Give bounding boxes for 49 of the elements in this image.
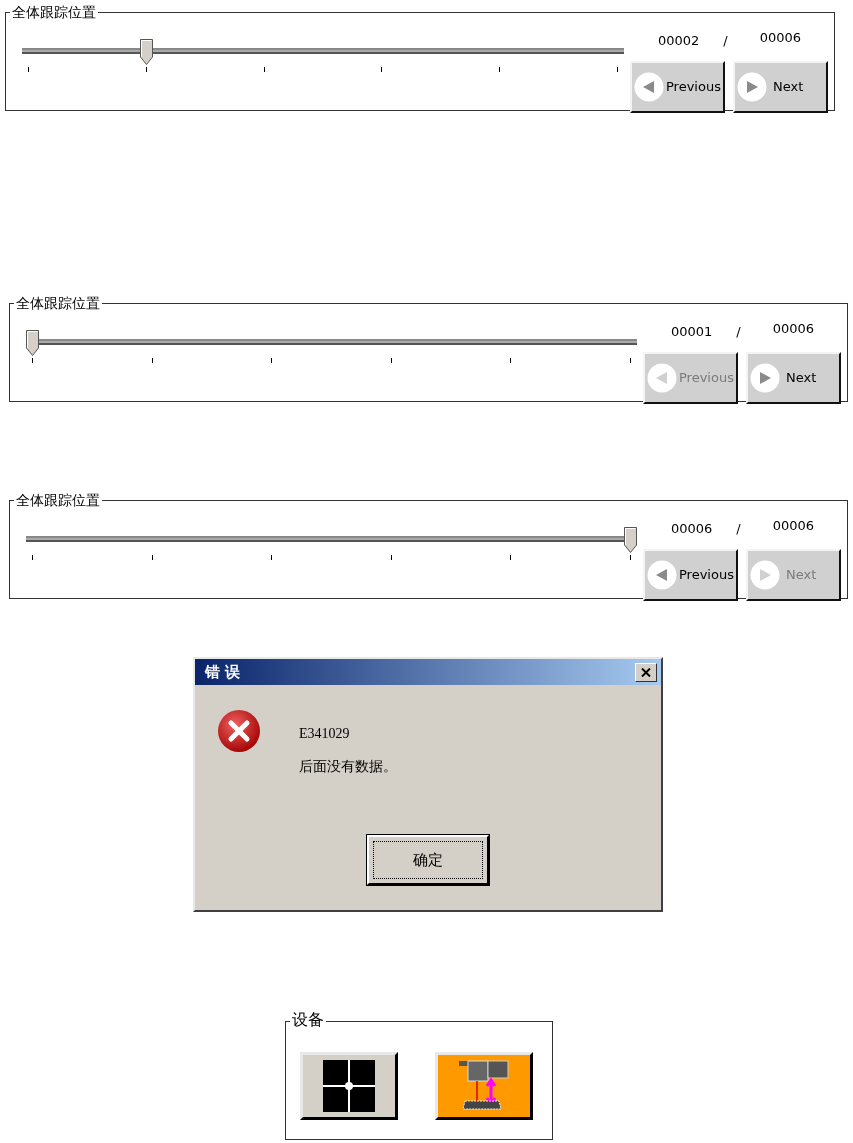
tick-mark <box>381 67 383 72</box>
separator: / <box>723 32 728 51</box>
tick-mark <box>271 555 273 560</box>
separator: / <box>736 520 741 539</box>
tick-mark <box>510 555 512 560</box>
slider-thumb[interactable] <box>624 527 637 553</box>
total-count: 00006 <box>772 320 815 339</box>
group-title: 全体跟踪位置 <box>14 490 102 510</box>
tick-mark <box>151 358 153 363</box>
grid-icon <box>323 1060 375 1112</box>
close-icon <box>641 667 651 677</box>
tick-mark <box>629 358 631 363</box>
error-message: 后面没有数据。 <box>299 757 397 776</box>
tick-mark <box>263 67 265 72</box>
tick-mark <box>271 358 273 363</box>
next-button[interactable]: Next <box>733 61 828 113</box>
tick-mark <box>390 555 392 560</box>
slider-thumb[interactable] <box>139 39 153 65</box>
tick-mark <box>499 67 501 72</box>
slider-thumb[interactable] <box>26 330 39 356</box>
group-title: 设备 <box>290 1010 326 1030</box>
tick-mark <box>151 555 153 560</box>
tick-mark <box>32 358 33 363</box>
group-title: 全体跟踪位置 <box>14 293 102 313</box>
error-icon <box>217 709 261 753</box>
tick-mark <box>32 555 33 560</box>
probe-button[interactable] <box>435 1052 533 1120</box>
previous-button[interactable]: Previous <box>643 549 738 601</box>
tick-mark <box>617 67 618 72</box>
current-count: 00001 <box>671 323 713 342</box>
tick-mark <box>28 67 29 72</box>
group-title: 全体跟踪位置 <box>10 2 98 22</box>
layout-button[interactable] <box>300 1052 398 1120</box>
current-count: 00006 <box>671 520 713 539</box>
error-code: E341029 <box>299 725 351 743</box>
current-count: 00002 <box>658 32 700 51</box>
measuring-device-icon <box>459 1059 509 1113</box>
tick-mark <box>629 555 631 560</box>
total-count: 00006 <box>772 517 815 536</box>
close-button[interactable] <box>635 662 657 682</box>
window-title: 错 误 <box>205 661 241 683</box>
tick-mark <box>390 358 392 363</box>
ok-button[interactable]: 确定 <box>367 835 489 885</box>
next-button[interactable]: Next <box>746 352 841 404</box>
previous-button[interactable]: Previous <box>630 61 725 113</box>
separator: / <box>736 323 741 342</box>
total-count: 00006 <box>759 29 802 48</box>
tick-mark <box>145 67 147 72</box>
tick-mark <box>510 358 512 363</box>
